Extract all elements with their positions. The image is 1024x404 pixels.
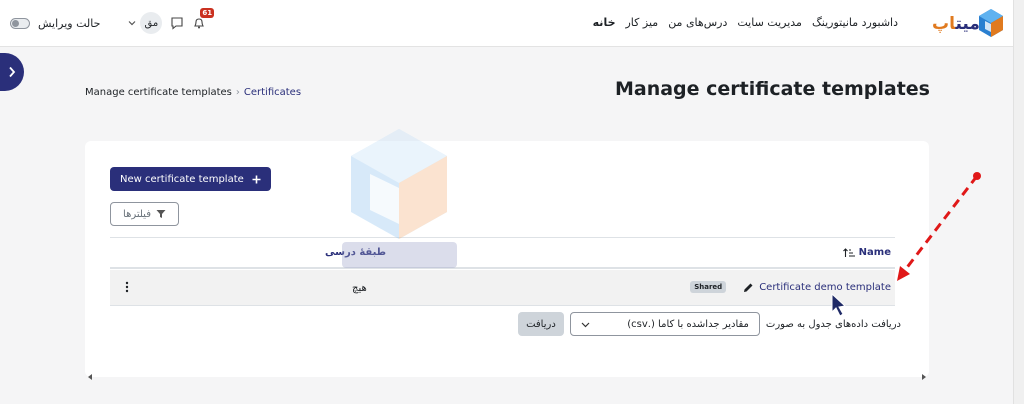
- nav-item-site-admin[interactable]: مدیریت سایت: [737, 16, 802, 29]
- plus-icon: [252, 175, 261, 183]
- download-button[interactable]: دریافت: [517, 312, 564, 336]
- breadcrumb-item-manage-templates[interactable]: Manage certificate templates: [85, 87, 232, 98]
- new-certificate-template-button[interactable]: New certificate template: [110, 167, 271, 191]
- nav-item-monitoring-dashboard[interactable]: داشبورد مانیتورینگ: [812, 16, 898, 29]
- download-format-value: مقادیر جداشده با کاما (.csv): [627, 318, 749, 330]
- horizontal-scrollbar[interactable]: [85, 372, 929, 382]
- breadcrumb-item-certificates[interactable]: Certificates: [244, 87, 301, 98]
- drawer-toggle-button[interactable]: [0, 53, 24, 91]
- shared-badge: Shared: [690, 281, 727, 293]
- chat-icon: [171, 17, 183, 30]
- filters-button[interactable]: فیلترها: [110, 202, 179, 226]
- actions-menu-icon[interactable]: [125, 281, 129, 293]
- notification-count-badge: 61: [200, 8, 215, 18]
- row-category: هیچ: [352, 283, 367, 294]
- sort-ascending-icon: [842, 247, 855, 257]
- nav-item-home[interactable]: خانه: [593, 16, 616, 29]
- notifications-button[interactable]: 61: [192, 8, 215, 30]
- new-template-button-label: New certificate template: [120, 173, 244, 185]
- filters-button-label: فیلترها: [123, 208, 151, 220]
- page-scrollbar[interactable]: [1013, 0, 1024, 404]
- site-logo[interactable]: میتاپ: [932, 8, 1006, 38]
- download-table-data: دریافت داده‌های جدول به صورت مقادیر جداش…: [517, 312, 901, 336]
- breadcrumb-separator-icon: ›: [235, 87, 240, 98]
- primary-navigation: خانه میز کار درس‌های من مدیریت سایت داشب…: [593, 16, 898, 29]
- column-header-name-label: Name: [858, 247, 891, 258]
- navbar-utilities: حالت ویرایش مق 61: [10, 8, 215, 34]
- logo-wordmark: میتاپ: [932, 14, 980, 34]
- download-label: دریافت داده‌های جدول به صورت: [765, 318, 901, 330]
- nav-item-dashboard[interactable]: میز کار: [626, 16, 659, 29]
- edit-mode-label: حالت ویرایش: [38, 16, 101, 30]
- pencil-icon[interactable]: [743, 282, 754, 293]
- column-header-name[interactable]: Name: [842, 247, 891, 258]
- avatar[interactable]: مق: [140, 12, 163, 34]
- chevron-right-icon: [9, 66, 16, 78]
- chevron-down-icon: [581, 322, 590, 327]
- page-title: Manage certificate templates: [614, 78, 930, 100]
- table-header: طبقهٔ درسی Name: [110, 237, 895, 269]
- breadcrumb: Manage certificate templates › Certifica…: [85, 87, 301, 98]
- column-header-category[interactable]: طبقهٔ درسی: [325, 247, 386, 258]
- download-format-select[interactable]: مقادیر جداشده با کاما (.csv): [569, 312, 760, 336]
- table-row: هیچ Shared Certificate demo template: [110, 270, 895, 306]
- row-name-cell: Shared Certificate demo template: [690, 281, 891, 293]
- user-menu[interactable]: مق: [128, 12, 163, 34]
- templates-card: New certificate template فیلترها طبقهٔ د…: [85, 141, 929, 377]
- messages-button[interactable]: [170, 16, 184, 30]
- bell-icon: [194, 18, 205, 29]
- logo-cube-icon: [979, 9, 1003, 37]
- funnel-icon: [156, 210, 166, 218]
- template-name-link[interactable]: Certificate demo template: [759, 282, 891, 293]
- edit-mode-toggle[interactable]: [10, 17, 30, 29]
- nav-item-my-courses[interactable]: درس‌های من: [668, 16, 727, 29]
- chevron-down-icon: [128, 21, 136, 26]
- top-navbar: میتاپ خانه میز کار درس‌های من مدیریت سای…: [0, 0, 1013, 47]
